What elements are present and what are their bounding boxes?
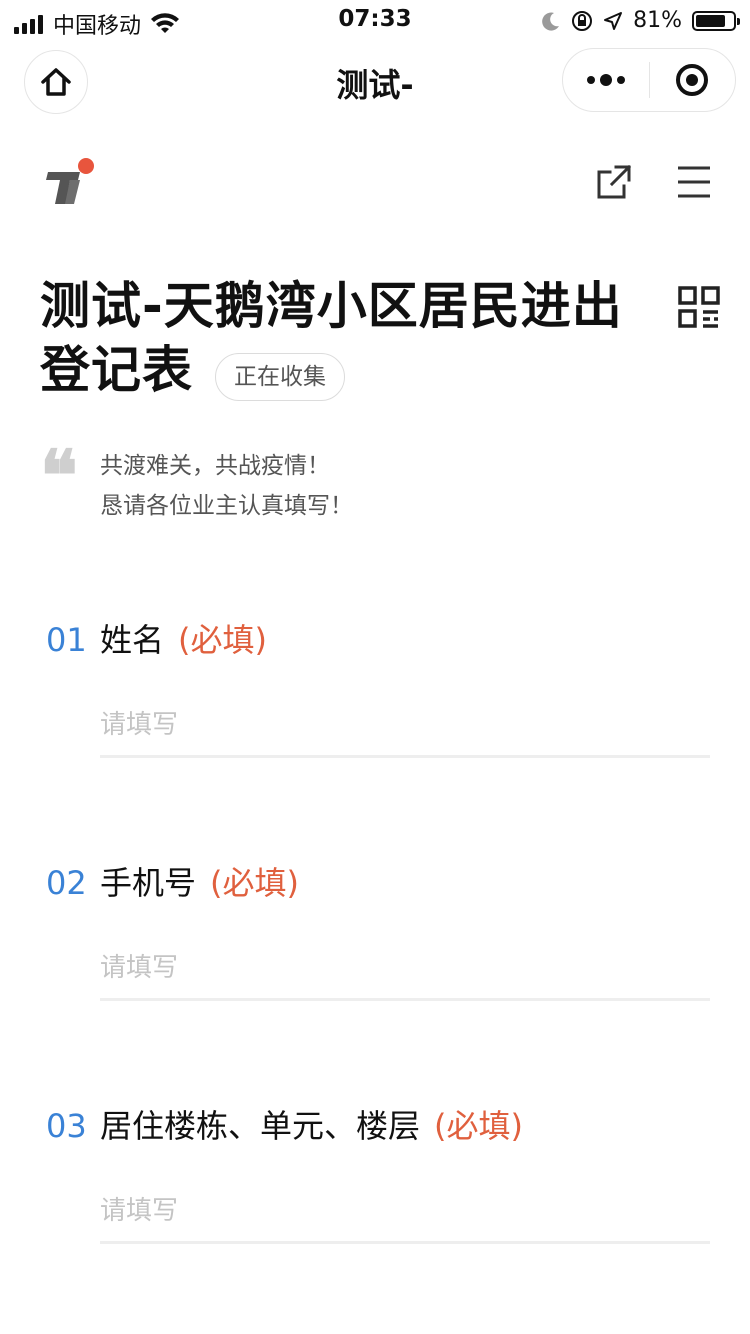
required-mark: (必填) [178,621,267,659]
question-label-text: 姓名 [100,621,165,659]
address-input[interactable] [100,1180,710,1244]
status-bar-right: 81% [541,8,740,33]
moon-icon [542,12,560,31]
location-icon [604,11,623,30]
app-logo[interactable] [40,154,96,210]
menu-icon[interactable] [676,164,712,200]
question-label-text: 居住楼栋、单元、楼层 [100,1107,421,1145]
more-icon [586,74,625,86]
mini-program-navbar: 测试- [0,48,750,114]
form-title-block: 测试-天鹅湾小区居民进出登记表 正在收集 [40,274,660,407]
question-label: 手机号 (必填) [100,863,299,903]
quote-line-2: 恳请各位业主认真填写！ [100,493,353,519]
battery-percent: 81% [633,8,682,33]
required-mark: (必填) [210,864,299,902]
qr-code-icon[interactable] [678,286,720,328]
close-button[interactable] [650,49,736,111]
more-button[interactable] [563,49,649,111]
question-label: 姓名 (必填) [100,620,267,660]
question-number: 03 [46,1107,87,1145]
lock-rotation-icon [572,10,593,31]
close-target-icon [676,64,709,96]
phone-input[interactable] [100,937,710,1001]
status-badge: 正在收集 [215,352,345,401]
question-label-text: 手机号 [100,864,197,902]
quote-line-1: 共渡难关，共战疫情！ [100,453,330,479]
app-header [0,150,750,220]
quote-text: 共渡难关，共战疫情！ 恳请各位业主认真填写！ [100,446,353,526]
question-number: 01 [46,621,87,659]
question-label: 居住楼栋、单元、楼层 (必填) [100,1106,523,1146]
share-icon[interactable] [594,162,634,202]
required-mark: (必填) [434,1107,523,1145]
capsule-menu [562,48,736,112]
question-number: 02 [46,864,87,902]
battery-fill [696,14,726,27]
battery-icon [692,10,740,31]
name-input[interactable] [100,694,710,758]
status-bar: 中国移动 07:33 81% [0,0,750,40]
quote-icon: ❝ [40,434,78,517]
